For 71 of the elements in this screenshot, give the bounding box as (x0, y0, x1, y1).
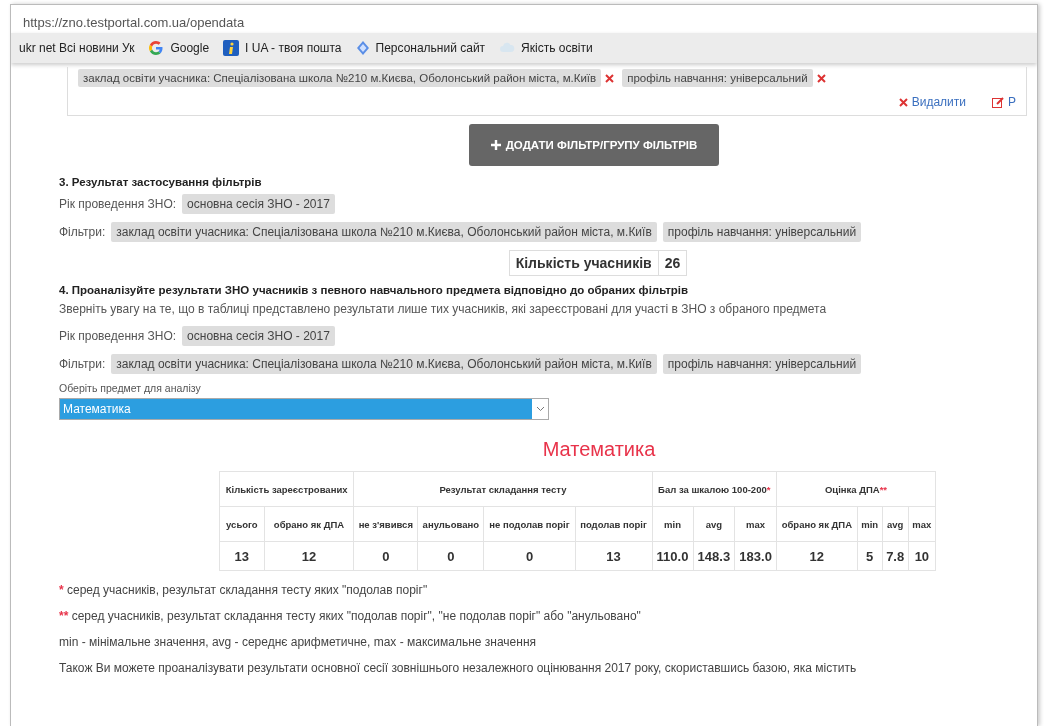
column-header: подолав поріг (575, 506, 653, 542)
table-cell: 148.3 (693, 541, 735, 571)
action-link[interactable]: Р (992, 95, 1016, 109)
count-label: Кількість учасників (508, 250, 659, 276)
bookmark-link[interactable]: I UA - твоя пошта (223, 40, 342, 56)
column-group-header: Оцінка ДПА** (776, 471, 936, 507)
column-header: не подолав поріг (483, 506, 576, 542)
column-header: анульовано (417, 506, 484, 542)
table-cell: 5 (857, 541, 883, 571)
delete-icon (898, 97, 908, 107)
field-label: Фільтри: (59, 357, 106, 371)
table-cell: 110.0 (652, 541, 693, 571)
column-group-header: Бал за шкалою 100-200* (652, 471, 777, 507)
column-header: обрано як ДПА (776, 506, 858, 542)
column-header: avg (693, 506, 735, 542)
action-link[interactable]: Видалити (898, 95, 966, 109)
diamond-icon (355, 40, 370, 56)
filter-tag: заклад освіти учасника: Спеціалізована школа №210 м.Києва, Оболонський район міста, м.Київ (111, 354, 657, 374)
count-value: 26 (658, 250, 688, 276)
caret-icon (535, 406, 545, 412)
column-group-header: Результат складання тесту (353, 471, 653, 507)
year-tag: основна сесія ЗНО - 2017 (182, 326, 335, 346)
column-header: не з'явився (353, 506, 418, 542)
table-cell: 12 (776, 541, 858, 571)
table-cell: 13 (575, 541, 653, 571)
edit-icon (992, 96, 1004, 108)
bookmark-link[interactable]: ukr net Всі новини Ук (19, 41, 135, 55)
filter-tag: профіль навчання: універсальний (622, 69, 813, 87)
year-tag: основна сесія ЗНО - 2017 (182, 194, 335, 214)
filter-tag: профіль навчання: універсальний (662, 354, 862, 374)
footnote-text: min - мінімальне значення, avg - середнє арифметичне, max - максимальне значення (59, 635, 537, 649)
filter-tag: заклад освіти учасника: Спеціалізована школа №210 м.Києва, Оболонський район міста, м.Київ (111, 222, 657, 242)
column-group-header: Кількість зареєстрованих (219, 471, 354, 507)
field-label: Рік проведення ЗНО: (59, 197, 177, 211)
column-header: обрано як ДПА (264, 506, 354, 542)
remove-icon[interactable] (605, 73, 615, 83)
column-header: max (734, 506, 777, 542)
column-header: усього (219, 506, 265, 542)
google-icon (148, 40, 165, 56)
field-label: Оберіть предмет для аналізу (59, 382, 202, 394)
table-cell: 10 (908, 541, 936, 571)
table-cell: 12 (264, 541, 354, 571)
info-icon (223, 40, 240, 56)
footnote-text: Також Ви можете проаналізувати результати основної сесії зовнішнього незалежного оцінювання 2017 року, скориставшись базою, яка містить (59, 661, 858, 675)
filter-tag: заклад освіти учасника: Спеціалізована школа №210 м.Києва, Оболонський район міста, м.Київ (78, 69, 602, 87)
table-cell: 183.0 (734, 541, 777, 571)
subject-title: Математика (541, 438, 657, 461)
url-text[interactable]: https://zno.testportal.com.ua/opendata (23, 15, 245, 30)
filter-tag: профіль навчання: універсальний (662, 222, 862, 242)
remove-icon[interactable] (816, 73, 826, 83)
plus-icon (490, 140, 501, 150)
field-label: Рік проведення ЗНО: (59, 329, 177, 343)
bookmark-link[interactable]: Якість освіти (499, 41, 593, 55)
table-cell: 13 (219, 541, 265, 571)
table-cell: 0 (417, 541, 484, 571)
add-filter-button[interactable]: ДОДАТИ ФІЛЬТР/ГРУПУ ФІЛЬТРІВ (468, 124, 720, 166)
column-header: avg (882, 506, 909, 542)
column-header: min (652, 506, 693, 542)
footnote-text: ** серед учасників, результат складання тесту яких "подолав поріг", "не подолав поріг" або "анульовано" (59, 609, 642, 623)
table-cell: 7.8 (882, 541, 909, 571)
column-header: min (857, 506, 883, 542)
footnote-text: * серед учасників, результат складання тесту яких "подолав поріг" (59, 583, 429, 597)
bookmark-link[interactable]: Персональний сайт (355, 40, 486, 56)
field-label: Фільтри: (59, 225, 106, 239)
column-header: max (908, 506, 936, 542)
bookmark-link[interactable]: Google (148, 40, 210, 56)
table-cell: 0 (483, 541, 576, 571)
section-heading: 4. Проаналізуйте результати ЗНО учасників з певного навчального предмета відповідно до обраних фільтрів (59, 284, 690, 296)
info-note: Зверніть увагу на те, що в таблиці представлено результати лише тих учасників, які зареєстровані для участі в ЗНО з обраного предмета (59, 302, 828, 316)
section-heading: 3. Результат застосування фільтрів (59, 176, 263, 188)
table-cell: 0 (353, 541, 418, 571)
